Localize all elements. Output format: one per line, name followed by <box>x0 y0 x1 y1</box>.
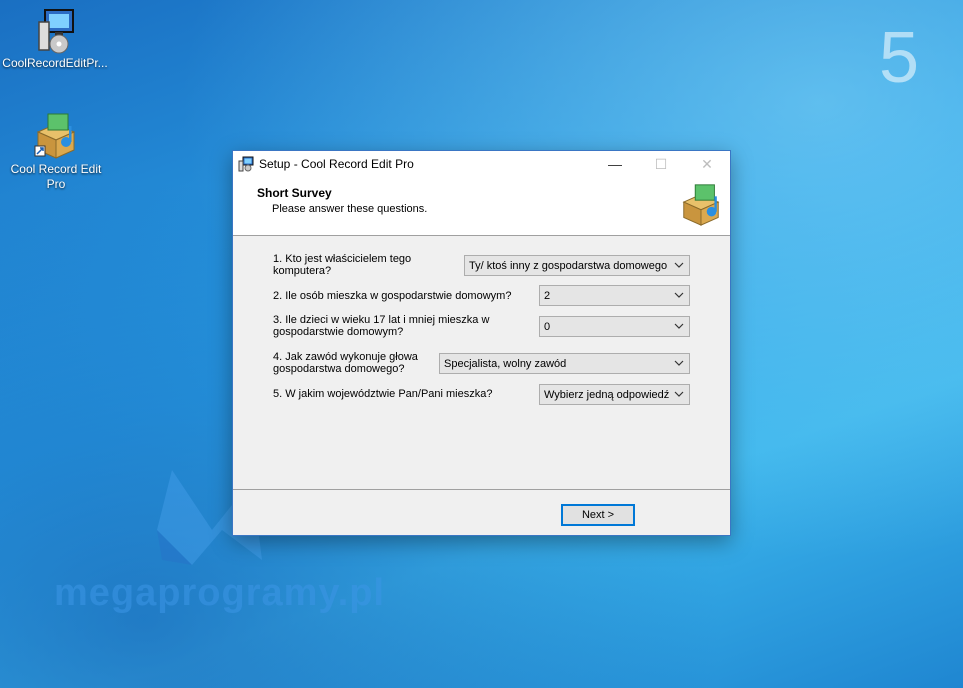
desktop-icon-label: Cool Record Edit Pro <box>10 162 102 191</box>
question-2-label: 2. Ile osób mieszka w gospodarstwie domo… <box>273 290 512 302</box>
question-1-dropdown[interactable]: Ty/ ktoś inny z gospodarstwa domowego <box>464 255 690 276</box>
chevron-down-icon <box>674 323 684 329</box>
survey-panel: 1. Kto jest właścicielem tego komputera?… <box>233 237 730 489</box>
watermark-text: megaprogramy.pl <box>54 572 386 614</box>
installer-icon <box>31 6 79 54</box>
close-button[interactable]: ✕ <box>684 151 730 177</box>
wizard-header: Short Survey Please answer these questio… <box>233 177 730 236</box>
question-5-label: 5. W jakim województwie Pan/Pani mieszka… <box>273 388 493 400</box>
maximize-icon: ☐ <box>654 155 668 172</box>
question-4-dropdown[interactable]: Specjalista, wolny zawód <box>439 353 690 374</box>
question-4-label: 4. Jak zawód wykonuje głowa gospodarstwa… <box>273 351 418 375</box>
desktop-icon-installer[interactable]: CoolRecordEditPr... <box>0 6 110 71</box>
step-number: 5 <box>878 18 919 98</box>
question-1-value: Ty/ ktoś inny z gospodarstwa domowego <box>469 259 668 272</box>
question-5-value: Wybierz jedną odpowiedź <box>544 388 670 401</box>
desktop-icon-label: CoolRecordEditPr... <box>2 56 108 70</box>
chevron-down-icon <box>674 292 684 298</box>
question-2-dropdown[interactable]: 2 <box>539 285 690 306</box>
close-icon: ✕ <box>701 155 713 172</box>
page-subtitle: Please answer these questions. <box>272 203 428 215</box>
window-title: Setup - Cool Record Edit Pro <box>259 157 414 171</box>
setup-app-icon <box>238 156 254 172</box>
question-3-value: 0 <box>544 320 551 333</box>
next-button[interactable]: Next > <box>561 504 635 526</box>
title-bar[interactable]: Setup - Cool Record Edit Pro — ☐ ✕ <box>233 151 730 177</box>
product-box-icon <box>682 184 720 226</box>
maximize-button[interactable]: ☐ <box>638 151 684 177</box>
question-3-dropdown[interactable]: 0 <box>539 316 690 337</box>
footer-divider <box>233 489 730 490</box>
question-5-dropdown[interactable]: Wybierz jedną odpowiedź <box>539 384 690 405</box>
question-2-value: 2 <box>544 289 551 302</box>
setup-window: Setup - Cool Record Edit Pro — ☐ ✕ Short… <box>232 150 731 536</box>
desktop-icon-app[interactable]: Cool Record Edit Pro <box>1 112 111 192</box>
chevron-down-icon <box>674 391 684 397</box>
page-title: Short Survey <box>257 186 332 200</box>
chevron-down-icon <box>674 262 684 268</box>
chevron-down-icon <box>674 360 684 366</box>
question-4-value: Specjalista, wolny zawód <box>444 357 567 370</box>
app-box-icon <box>32 112 80 160</box>
question-3-label: 3. Ile dzieci w wieku 17 lat i mniej mie… <box>273 314 490 338</box>
minimize-button[interactable]: — <box>592 151 638 177</box>
minimize-icon: — <box>608 156 622 172</box>
question-1-label: 1. Kto jest właścicielem tego komputera? <box>273 253 412 277</box>
